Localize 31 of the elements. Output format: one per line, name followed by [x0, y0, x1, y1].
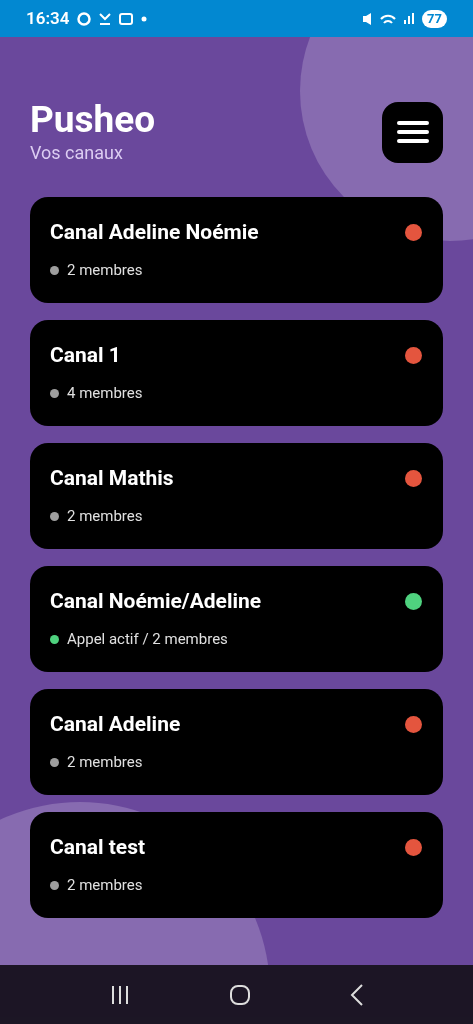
- channel-card[interactable]: Canal Mathis 2 membres: [30, 443, 443, 549]
- screenshot-icon: [119, 12, 134, 25]
- channel-info: 2 membres: [67, 506, 143, 527]
- channel-name: Canal test: [50, 834, 146, 860]
- channel-card[interactable]: Canal Noémie/Adeline Appel actif / 2 membres: [30, 566, 443, 672]
- signal-icon: [404, 13, 415, 24]
- wifi-icon: [380, 13, 397, 24]
- home-icon[interactable]: [228, 983, 251, 1006]
- menu-button[interactable]: [382, 101, 443, 163]
- battery-level: 77: [422, 9, 447, 28]
- channel-name: Canal 1: [50, 342, 121, 368]
- app-title: Pusheo: [30, 99, 156, 141]
- channel-info: 2 membres: [67, 875, 143, 896]
- channel-info: 2 membres: [67, 752, 143, 773]
- channel-name: Canal Adeline: [50, 711, 181, 737]
- app-subtitle: Vos canaux: [30, 141, 124, 165]
- channel-card[interactable]: Canal Adeline Noémie 2 membres: [30, 197, 443, 303]
- channel-name: Canal Mathis: [50, 465, 174, 491]
- menu-icon: [396, 121, 429, 143]
- status-time: 16:34: [26, 6, 70, 30]
- back-icon[interactable]: [349, 983, 364, 1006]
- channel-info: 4 membres: [67, 383, 143, 404]
- channel-card[interactable]: Canal Adeline 2 membres: [30, 689, 443, 795]
- notification-dot-icon: [141, 15, 148, 22]
- channel-name: Canal Noémie/Adeline: [50, 588, 262, 614]
- channel-card[interactable]: Canal 1 4 membres: [30, 320, 443, 426]
- channel-card[interactable]: Canal test 2 membres: [30, 812, 443, 918]
- channel-name: Canal Adeline Noémie: [50, 219, 259, 245]
- channel-info: Appel actif / 2 membres: [67, 629, 228, 650]
- channel-info: 2 membres: [67, 260, 143, 281]
- recent-apps-icon[interactable]: [109, 984, 130, 1005]
